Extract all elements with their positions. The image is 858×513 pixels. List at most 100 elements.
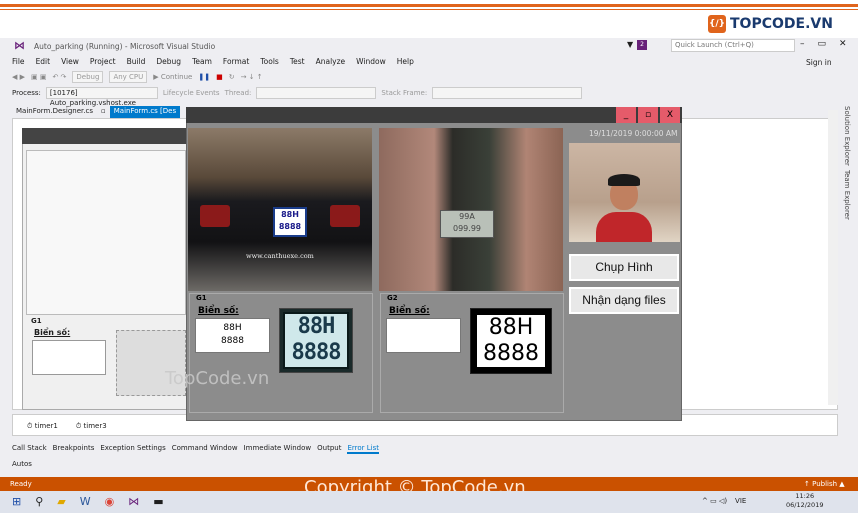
- visual-studio-taskbar-icon[interactable]: ⋈: [128, 495, 139, 508]
- quick-launch-input[interactable]: Quick Launch (Ctrl+Q): [671, 39, 795, 52]
- car-plate-1: 88H 8888: [273, 207, 307, 237]
- clock-date: 06/12/2019: [786, 501, 824, 509]
- timer3-component[interactable]: ⏱ timer3: [76, 422, 107, 430]
- g2-bw-line2: 8888: [483, 341, 539, 366]
- g2-plate-textbox[interactable]: [386, 318, 461, 353]
- designer-plate-textbox[interactable]: [32, 340, 106, 375]
- menu-help[interactable]: Help: [397, 57, 414, 66]
- process-label: Process:: [12, 89, 41, 97]
- menu-test[interactable]: Test: [290, 57, 305, 66]
- app-maximize-button[interactable]: ▫: [638, 107, 658, 123]
- config-select[interactable]: Debug: [72, 71, 104, 83]
- continue-label: Continue: [160, 73, 193, 81]
- menu-file[interactable]: File: [12, 57, 25, 66]
- window-title: Auto_parking (Running) - Microsoft Visua…: [34, 42, 216, 51]
- save-icon[interactable]: ▣ ▣: [31, 73, 46, 81]
- chrome-icon[interactable]: ◉: [105, 495, 115, 508]
- menu-window[interactable]: Window: [356, 57, 386, 66]
- g2-title: G2: [387, 294, 398, 302]
- thread-select[interactable]: [256, 87, 377, 99]
- language-indicator[interactable]: VIE: [735, 497, 746, 505]
- car-taillight-right: [330, 205, 360, 227]
- system-tray: ^ ▭ ◁) VIE: [702, 497, 746, 505]
- back-icon[interactable]: ◀ ▶: [12, 73, 25, 81]
- menu-tools[interactable]: Tools: [260, 57, 278, 66]
- team-explorer-tab[interactable]: Team Explorer: [843, 170, 851, 220]
- person-hair: [608, 174, 640, 186]
- step-icons[interactable]: → ↓ ↑: [241, 73, 263, 81]
- app-close-button[interactable]: X: [660, 107, 680, 123]
- clock-time: 11:26: [795, 492, 815, 500]
- car-plate-2-line2: 099.99: [453, 224, 481, 233]
- car-plate-2-line1: 99A: [459, 212, 475, 221]
- notification-badge[interactable]: 2: [637, 40, 647, 50]
- autos-tab[interactable]: Autos: [12, 460, 32, 468]
- g1-crop-line1: 88H: [297, 314, 336, 339]
- restart-icon[interactable]: ↻: [229, 73, 235, 81]
- lifecycle-events[interactable]: Lifecycle Events: [163, 89, 220, 97]
- platform-select[interactable]: Any CPU: [109, 71, 148, 83]
- tab-immediate-window[interactable]: Immediate Window: [244, 444, 312, 454]
- search-icon[interactable]: ⚲: [35, 495, 43, 508]
- stack-frame-select[interactable]: [432, 87, 583, 99]
- continue-button[interactable]: ▶ Continue: [153, 73, 192, 81]
- app-minimize-button[interactable]: _: [616, 107, 636, 123]
- g2-plate-label: Biển số:: [389, 306, 430, 316]
- tab-command-window[interactable]: Command Window: [172, 444, 238, 454]
- restore-icon[interactable]: ▭: [818, 39, 827, 49]
- bottom-tool-tabs: Call Stack Breakpoints Exception Setting…: [12, 444, 379, 454]
- car-taillight-left: [200, 205, 230, 227]
- image-watermark: www.canthuexe.com: [246, 252, 314, 260]
- timer1-component[interactable]: ⏱ timer1: [27, 422, 58, 430]
- pin-icon[interactable]: ▫: [97, 106, 110, 118]
- capture-button[interactable]: Chụp Hình: [569, 254, 679, 281]
- taskbar-clock[interactable]: 11:26 06/12/2019: [786, 492, 823, 510]
- brand-logo: {/} TOPCODE.VN: [708, 13, 833, 35]
- filter-icon[interactable]: ▼: [627, 40, 633, 49]
- editor-scrollbar[interactable]: [828, 110, 838, 405]
- tab-output[interactable]: Output: [317, 444, 341, 454]
- status-text: Ready: [10, 480, 32, 488]
- close-icon[interactable]: ✕: [839, 39, 847, 49]
- g2-plate-binary: 88H 8888: [470, 308, 552, 374]
- windows-start-icon[interactable]: ⊞: [12, 495, 21, 508]
- menu-team[interactable]: Team: [192, 57, 212, 66]
- window-controls: – ▭ ✕: [800, 39, 847, 49]
- designer-picturebox[interactable]: [26, 150, 186, 315]
- car-app-icon[interactable]: ▬: [153, 495, 163, 508]
- publish-button[interactable]: ↑ Publish ▲: [804, 480, 845, 488]
- tab-call-stack[interactable]: Call Stack: [12, 444, 47, 454]
- g1-title: G1: [196, 294, 207, 302]
- brand-divider: [0, 4, 858, 7]
- undo-icon[interactable]: ↶ ↷: [52, 73, 66, 81]
- file-explorer-icon[interactable]: ▰: [57, 495, 65, 508]
- pause-icon[interactable]: ❚❚: [198, 73, 210, 81]
- menu-view[interactable]: View: [61, 57, 79, 66]
- tab-exception-settings[interactable]: Exception Settings: [100, 444, 165, 454]
- solution-explorer-tab[interactable]: Solution Explorer: [843, 106, 851, 166]
- menu-project[interactable]: Project: [90, 57, 116, 66]
- menu-analyze[interactable]: Analyze: [316, 57, 346, 66]
- sign-in-link[interactable]: Sign in: [806, 58, 832, 67]
- process-select[interactable]: [10176] Auto_parking.vshost.exe: [45, 87, 158, 107]
- tray-icons[interactable]: ^ ▭ ◁): [702, 497, 727, 505]
- menu-format[interactable]: Format: [223, 57, 249, 66]
- standard-toolbar: ◀ ▶ ▣ ▣ ↶ ↷ Debug Any CPU ▶ Continue ❚❚ …: [12, 70, 847, 84]
- minimize-icon[interactable]: –: [800, 39, 805, 49]
- menu-edit[interactable]: Edit: [36, 57, 51, 66]
- tab-error-list[interactable]: Error List: [347, 444, 379, 454]
- g1-plate-crop: 88H 8888: [279, 308, 353, 373]
- tab-mainform-design[interactable]: MainForm.cs [Des: [109, 106, 181, 118]
- stop-icon[interactable]: ■: [216, 73, 223, 81]
- tab-breakpoints[interactable]: Breakpoints: [53, 444, 95, 454]
- designer-group-title: G1: [31, 317, 42, 325]
- g1-plate-label: Biển số:: [198, 306, 239, 316]
- recognize-files-button[interactable]: Nhận dạng files: [569, 287, 679, 314]
- menu-build[interactable]: Build: [127, 57, 146, 66]
- person-shirt: [596, 212, 652, 242]
- tab-designer-cs[interactable]: MainForm.Designer.cs: [12, 106, 97, 118]
- word-icon[interactable]: W: [80, 495, 91, 508]
- menu-debug[interactable]: Debug: [156, 57, 181, 66]
- stack-frame-label: Stack Frame:: [381, 89, 428, 97]
- g1-plate-textbox[interactable]: 88H 8888: [195, 318, 270, 353]
